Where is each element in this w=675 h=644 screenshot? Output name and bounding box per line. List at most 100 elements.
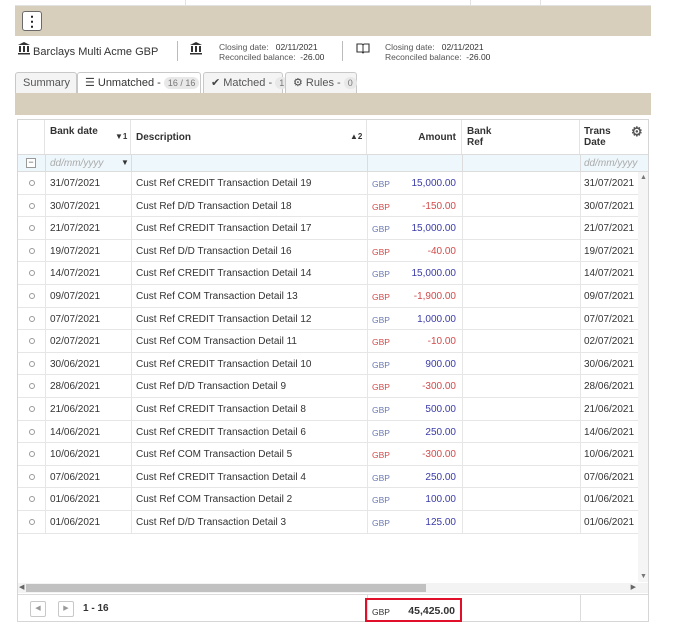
tab-bar: Summary ☰ Unmatched - 16 / 16 ✔ Matched - … <box>15 72 651 95</box>
scroll-up-icon[interactable]: ▲ <box>640 174 647 181</box>
scroll-down-icon[interactable]: ▼ <box>640 573 647 580</box>
more-options-button[interactable]: ⋮ <box>22 11 42 31</box>
table-row[interactable]: 01/06/2021 Cust Ref COM Transaction Detai… <box>18 488 648 511</box>
scroll-left-icon[interactable]: ◀ <box>19 583 24 591</box>
table-row[interactable]: 09/07/2021 Cust Ref COM Transaction Detai… <box>18 284 648 308</box>
row-select-radio[interactable] <box>29 225 35 232</box>
table-row[interactable]: 07/07/2021 Cust Ref CREDIT Transaction De… <box>18 307 648 331</box>
row-select-radio[interactable] <box>29 270 35 277</box>
table-row[interactable]: 21/06/2021 Cust Ref CREDIT Transaction De… <box>18 397 648 421</box>
check-circle-icon: ✔ <box>211 77 221 89</box>
row-select-radio[interactable] <box>29 292 35 299</box>
table-row[interactable]: 19/07/2021 Cust Ref D/D Transaction Detai… <box>18 239 648 263</box>
amount-cell: -150.00 <box>422 200 456 212</box>
currency-cell: GBP <box>372 201 390 212</box>
column-header-description[interactable]: Description ▲2 <box>131 120 367 154</box>
tab-matched[interactable]: ✔ Matched - 1 <box>203 72 289 94</box>
trans-date-cell: 07/06/2021 <box>584 471 635 483</box>
trans-date-cell: 30/07/2021 <box>584 200 635 212</box>
grid-footer: ◀ ▶ 1 - 16 GBP 45,425.00 <box>18 594 648 622</box>
table-row[interactable]: 30/07/2021 Cust Ref D/D Transaction Detai… <box>18 194 648 218</box>
bank-date-filter-input[interactable]: dd/mm/yyyy <box>50 158 103 169</box>
description-cell: Cust Ref CREDIT Transaction Detail 19 <box>136 178 312 189</box>
table-row[interactable]: 02/07/2021 Cust Ref COM Transaction Detai… <box>18 330 648 353</box>
column-header-bank-ref[interactable]: Bank Ref <box>462 120 580 154</box>
bank-date-cell: 21/07/2021 <box>50 223 101 235</box>
row-select-radio[interactable] <box>29 247 35 254</box>
tab-summary[interactable]: Summary <box>15 72 77 94</box>
amount-cell: -300.00 <box>422 381 456 393</box>
tab-unmatched[interactable]: ☰ Unmatched - 16 / 16 <box>77 72 201 95</box>
row-select-radio[interactable] <box>29 496 35 503</box>
transactions-grid: Bank date ▼1 Description ▲2 Amount Bank … <box>17 119 649 622</box>
table-row[interactable]: 28/06/2021 Cust Ref D/D Transaction Detai… <box>18 375 648 398</box>
book-icon <box>356 43 370 54</box>
row-select-radio[interactable] <box>29 518 35 525</box>
amount-cell: 125.00 <box>425 516 456 528</box>
horizontal-scrollbar[interactable]: ◀ ▶ <box>18 583 648 593</box>
prev-page-button[interactable]: ◀ <box>30 601 46 617</box>
trans-date-cell: 10/06/2021 <box>584 449 635 461</box>
amount-cell: 500.00 <box>425 403 456 415</box>
next-page-button[interactable]: ▶ <box>58 601 74 617</box>
table-row[interactable]: 21/07/2021 Cust Ref CREDIT Transaction De… <box>18 217 648 240</box>
vertical-scrollbar[interactable]: ▲ ▼ <box>638 172 648 582</box>
row-select-radio[interactable] <box>29 428 35 435</box>
description-cell: Cust Ref D/D Transaction Detail 16 <box>136 245 292 257</box>
list-icon: ☰ <box>85 77 95 89</box>
sort-desc-indicator: ▼1 <box>115 132 128 141</box>
row-select-radio[interactable] <box>29 315 35 322</box>
trans-date-cell: 21/07/2021 <box>584 223 635 235</box>
bank-date-cell: 01/06/2021 <box>50 494 101 506</box>
bank-date-cell: 09/07/2021 <box>50 290 101 302</box>
amount-cell: 1,000.00 <box>417 313 456 325</box>
row-select-radio[interactable] <box>29 202 35 209</box>
tab-rules[interactable]: ⚙ Rules - 0 <box>285 72 357 94</box>
page-range: 1 - 16 <box>83 603 109 614</box>
description-cell: Cust Ref D/D Transaction Detail 18 <box>136 200 292 212</box>
column-header-amount[interactable]: Amount <box>367 120 462 154</box>
table-row[interactable]: 07/06/2021 Cust Ref CREDIT Transaction De… <box>18 465 648 489</box>
select-column-header <box>18 120 45 154</box>
row-select-radio[interactable] <box>29 360 35 367</box>
table-row[interactable]: 30/06/2021 Cust Ref CREDIT Transaction De… <box>18 352 648 376</box>
collapse-all-button[interactable]: − <box>26 158 36 168</box>
table-row[interactable]: 14/06/2021 Cust Ref CREDIT Transaction De… <box>18 420 648 444</box>
rows-container: 31/07/2021 Cust Ref CREDIT Transaction De… <box>18 172 648 534</box>
table-row[interactable]: 10/06/2021 Cust Ref COM Transaction Detai… <box>18 443 648 466</box>
row-select-radio[interactable] <box>29 451 35 458</box>
currency-cell: GBP <box>372 517 390 528</box>
chevron-down-icon[interactable]: ▼ <box>121 158 129 167</box>
currency-cell: GBP <box>372 269 390 280</box>
column-header-trans-date[interactable]: Trans Date ⚙ <box>580 120 648 154</box>
row-select-radio[interactable] <box>29 383 35 390</box>
bank-date-cell: 31/07/2021 <box>50 178 101 189</box>
trans-date-cell: 09/07/2021 <box>584 290 635 302</box>
currency-cell: GBP <box>372 179 390 189</box>
ledger-icon <box>190 42 202 55</box>
bank-date-cell: 14/07/2021 <box>50 268 101 280</box>
amount-cell: -300.00 <box>422 449 456 461</box>
amount-total: GBP 45,425.00 <box>365 598 462 622</box>
horizontal-scroll-thumb[interactable] <box>26 584 426 592</box>
description-cell: Cust Ref COM Transaction Detail 2 <box>136 494 293 506</box>
trans-date-filter-input[interactable]: dd/mm/yyyy <box>584 158 637 169</box>
settings-gear-icon[interactable]: ⚙ <box>631 124 643 140</box>
table-row[interactable]: 31/07/2021 Cust Ref CREDIT Transaction De… <box>18 172 648 195</box>
amount-cell: 100.00 <box>425 494 456 506</box>
row-select-radio[interactable] <box>29 338 35 345</box>
row-select-radio[interactable] <box>29 405 35 412</box>
sort-asc-indicator: ▲2 <box>350 132 363 141</box>
description-cell: Cust Ref CREDIT Transaction Detail 17 <box>136 223 312 235</box>
description-cell: Cust Ref CREDIT Transaction Detail 8 <box>136 403 306 415</box>
account-name: Barclays Multi Acme GBP <box>33 46 159 58</box>
row-select-radio[interactable] <box>29 473 35 480</box>
scroll-right-icon[interactable]: ▶ <box>631 583 636 591</box>
row-select-radio[interactable] <box>29 180 35 186</box>
unmatched-count-badge: 16 / 16 <box>163 77 200 89</box>
column-header-bank-date[interactable]: Bank date ▼1 <box>45 120 131 154</box>
description-cell: Cust Ref D/D Transaction Detail 3 <box>136 516 287 528</box>
table-row[interactable]: 14/07/2021 Cust Ref CREDIT Transaction De… <box>18 262 648 285</box>
table-row[interactable]: 01/06/2021 Cust Ref D/D Transaction Detai… <box>18 510 648 534</box>
currency-cell: GBP <box>372 427 390 438</box>
